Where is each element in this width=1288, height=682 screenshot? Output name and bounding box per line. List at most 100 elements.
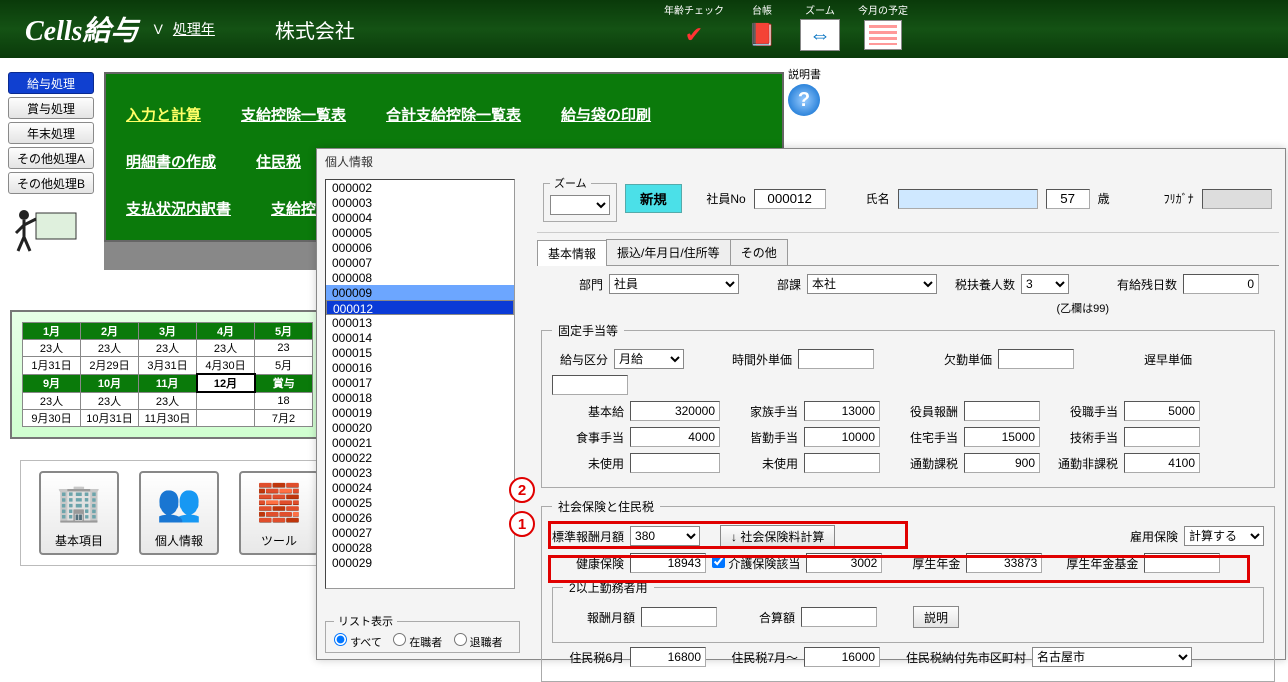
employee-row[interactable]: 000023 xyxy=(326,465,514,480)
nav-resident-tax[interactable]: 住民税 xyxy=(256,151,301,172)
employee-row[interactable]: 000015 xyxy=(326,345,514,360)
pension[interactable] xyxy=(966,553,1042,573)
section-select[interactable]: 本社 xyxy=(807,274,937,294)
employee-row[interactable]: 000006 xyxy=(326,240,514,255)
position-allow[interactable] xyxy=(1124,401,1200,421)
tab-basic[interactable]: 基本情報 xyxy=(537,240,607,266)
meal-allow[interactable] xyxy=(630,427,720,447)
commute-tax[interactable] xyxy=(964,453,1040,473)
explain-button[interactable]: 説明 xyxy=(913,606,959,628)
commute-notax[interactable] xyxy=(1124,453,1200,473)
nav-payment-detail[interactable]: 支払状況内訳書 xyxy=(126,198,231,219)
housing-allow[interactable] xyxy=(964,427,1040,447)
employee-row[interactable]: 000029 xyxy=(326,555,514,570)
filter-retired[interactable]: 退職者 xyxy=(454,637,503,649)
age-check-button[interactable]: 年齢チェック✔ xyxy=(664,2,724,51)
nav-input-calc[interactable]: 入力と計算 xyxy=(126,104,201,125)
company-name: 株式会社 xyxy=(275,15,355,44)
empno-field[interactable] xyxy=(754,189,826,209)
employee-row[interactable]: 000002 xyxy=(326,180,514,195)
tools-button[interactable]: 🧱ツール xyxy=(239,471,319,555)
employee-row[interactable]: 000020 xyxy=(326,420,514,435)
employee-row[interactable]: 000008 xyxy=(326,270,514,285)
zoom-button[interactable]: ズーム⇔ xyxy=(800,2,840,51)
officer-pay[interactable] xyxy=(964,401,1040,421)
std-monthly-select[interactable]: 380 xyxy=(630,526,700,546)
top-bar: Cells給与 V 処理年 株式会社 年齢チェック✔ 台帳📕 ズーム⇔ 今月の予… xyxy=(0,0,1288,58)
menu-other-a[interactable]: その他処理A xyxy=(8,147,94,169)
ot-rate[interactable] xyxy=(798,349,874,369)
name-field[interactable] xyxy=(898,189,1038,209)
employee-row[interactable]: 000014 xyxy=(326,330,514,345)
employee-row[interactable]: 000017 xyxy=(326,375,514,390)
help-icon[interactable]: ? xyxy=(788,84,820,116)
health-ins[interactable] xyxy=(630,553,706,573)
report-monthly[interactable] xyxy=(641,607,717,627)
employee-row[interactable]: 000003 xyxy=(326,195,514,210)
perfect-allow[interactable] xyxy=(804,427,880,447)
care-ins[interactable] xyxy=(806,553,882,573)
employee-row[interactable]: 000013 xyxy=(326,315,514,330)
employee-row[interactable]: 000007 xyxy=(326,255,514,270)
paytype-select[interactable]: 月給 xyxy=(614,349,684,369)
employee-row[interactable]: 000027 xyxy=(326,525,514,540)
employee-row[interactable]: 000021 xyxy=(326,435,514,450)
ledger-button[interactable]: 台帳📕 xyxy=(742,2,782,51)
pension-fund[interactable] xyxy=(1144,553,1220,573)
employee-row[interactable]: 000004 xyxy=(326,210,514,225)
tech-allow[interactable] xyxy=(1124,427,1200,447)
calendar-icon xyxy=(863,19,903,51)
filter-active[interactable]: 在職者 xyxy=(393,637,442,649)
dependents-select[interactable]: 3 xyxy=(1021,274,1069,294)
filter-all[interactable]: すべて xyxy=(334,637,382,649)
nav-create-slip[interactable]: 明細書の作成 xyxy=(126,151,216,172)
employee-row[interactable]: 000005 xyxy=(326,225,514,240)
family-allow[interactable] xyxy=(804,401,880,421)
employee-row[interactable]: 000022 xyxy=(326,450,514,465)
employee-row[interactable]: 000019 xyxy=(326,405,514,420)
employee-list[interactable]: 0000020000030000040000050000060000070000… xyxy=(325,179,515,589)
furigana-field[interactable] xyxy=(1202,189,1272,209)
menu-yearend[interactable]: 年末処理 xyxy=(8,122,94,144)
age-field[interactable] xyxy=(1046,189,1090,209)
nav-print-envelope[interactable]: 給与袋の印刷 xyxy=(561,104,651,125)
employee-row[interactable]: 000028 xyxy=(326,540,514,555)
late-rate[interactable] xyxy=(552,375,628,395)
schedule-button[interactable]: 今月の予定 xyxy=(858,2,908,51)
basic-items-button[interactable]: 🏢基本項目 xyxy=(39,471,119,555)
resident-tax-dest[interactable]: 名古屋市 xyxy=(1032,647,1192,667)
new-button[interactable]: 新規 xyxy=(625,184,682,213)
zoom-select[interactable] xyxy=(550,195,610,215)
care-checkbox[interactable]: 介護保険該当 xyxy=(712,555,800,572)
employee-row[interactable]: 000012 xyxy=(326,300,514,315)
employee-row[interactable]: 000024 xyxy=(326,480,514,495)
menu-other-b[interactable]: その他処理B xyxy=(8,172,94,194)
emp-ins-select[interactable]: 計算する xyxy=(1184,526,1264,546)
employee-row[interactable]: 000016 xyxy=(326,360,514,375)
resident-tax-6[interactable] xyxy=(630,647,706,667)
dept-select[interactable]: 社員 xyxy=(609,274,739,294)
resident-tax-7[interactable] xyxy=(804,647,880,667)
paid-leave-field[interactable] xyxy=(1183,274,1259,294)
app-title: Cells給与 xyxy=(25,9,139,49)
calc-insurance-button[interactable]: ↓ 社会保険料計算 xyxy=(720,525,835,547)
tab-transfer[interactable]: 振込/年月日/住所等 xyxy=(606,239,731,265)
unused1[interactable] xyxy=(630,453,720,473)
book-icon: 📕 xyxy=(742,19,782,51)
employee-row[interactable]: 000018 xyxy=(326,390,514,405)
proc-year-label: 処理年 xyxy=(173,19,215,39)
employee-row[interactable]: 000026 xyxy=(326,510,514,525)
personal-info-button[interactable]: 👥個人情報 xyxy=(139,471,219,555)
base-pay[interactable] xyxy=(630,401,720,421)
employee-row[interactable]: 000009 xyxy=(326,285,514,300)
nav-deduction-2[interactable]: 支給控 xyxy=(271,198,316,219)
sum-amount[interactable] xyxy=(801,607,877,627)
tab-other[interactable]: その他 xyxy=(730,239,788,265)
absent-rate[interactable] xyxy=(998,349,1074,369)
nav-deduction-list[interactable]: 支給控除一覧表 xyxy=(241,104,346,125)
nav-total-list[interactable]: 合計支給控除一覧表 xyxy=(386,104,521,125)
menu-salary[interactable]: 給与処理 xyxy=(8,72,94,94)
unused2[interactable] xyxy=(804,453,880,473)
menu-bonus[interactable]: 賞与処理 xyxy=(8,97,94,119)
employee-row[interactable]: 000025 xyxy=(326,495,514,510)
